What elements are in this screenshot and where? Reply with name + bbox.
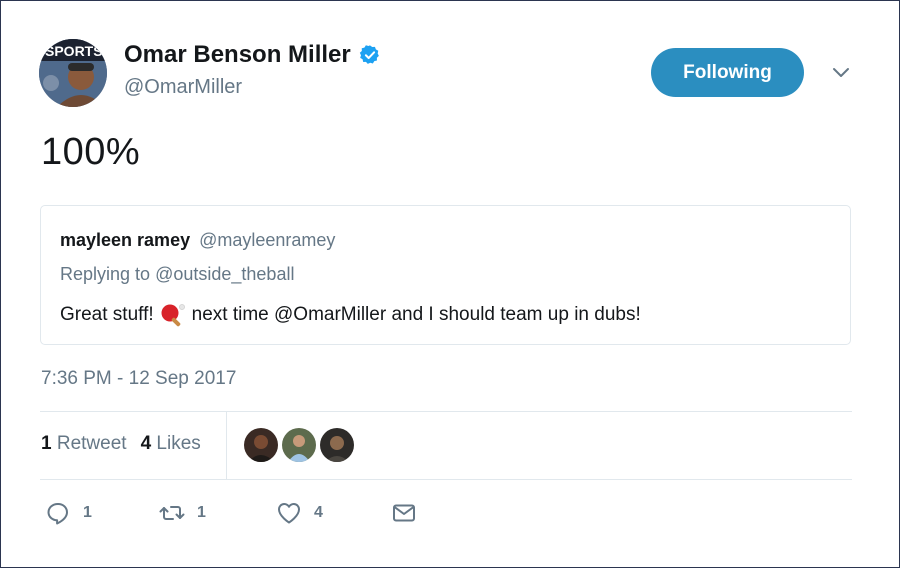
retweet-action[interactable]: 1 (159, 500, 206, 526)
tweet-timestamp[interactable]: 7:36 PM - 12 Sep 2017 (41, 368, 236, 390)
avatar-image: SPORTS (39, 39, 107, 107)
envelope-icon (393, 504, 415, 522)
likes-stat-count: 4 (140, 433, 152, 454)
quoted-body-part-1: Great stuff! (60, 304, 154, 325)
retweet-stat-count: 1 (41, 433, 52, 454)
like-count: 4 (314, 504, 323, 521)
reply-action[interactable]: 1 (45, 500, 92, 526)
liker-avatar[interactable] (243, 427, 279, 463)
retweet-stat-label: Retweet (56, 433, 127, 454)
liker-avatar[interactable] (319, 427, 355, 463)
quoted-tweet-body: Great stuff! next time @OmarMiller and I… (60, 302, 641, 328)
tweet-card: SPORTS Omar Benson Miller @OmarMiller Fo… (0, 0, 900, 568)
author-display-name[interactable]: Omar Benson Miller (124, 41, 351, 69)
author-name-row[interactable]: Omar Benson Miller (124, 41, 381, 69)
quoted-body-part-2: next time @OmarMiller and I should team … (191, 304, 641, 325)
divider-bottom (40, 479, 852, 480)
replying-to-handle[interactable]: @outside_theball (155, 264, 294, 284)
likes-stat[interactable]: 4 Likes (141, 433, 201, 454)
verified-badge-icon (359, 45, 379, 64)
quoted-author: mayleen ramey @mayleenramey (60, 230, 335, 251)
ping-pong-paddle-icon (161, 304, 185, 327)
reply-icon (47, 503, 68, 525)
following-button[interactable]: Following (651, 48, 804, 97)
stats-divider (226, 412, 227, 479)
liker-avatar[interactable] (281, 427, 317, 463)
author-handle[interactable]: @OmarMiller (124, 76, 242, 99)
likes-stat-label: Likes (156, 433, 201, 454)
quoted-tweet[interactable]: mayleen ramey @mayleenramey Replying to … (40, 205, 851, 345)
tweet-stats: 1 Retweet 4 Likes (41, 433, 201, 455)
avatar-sports-text: SPORTS (45, 43, 103, 59)
divider-top (40, 411, 852, 412)
quoted-author-handle: @mayleenramey (199, 230, 336, 250)
quoted-author-name: mayleen ramey (60, 230, 191, 250)
reply-count: 1 (83, 504, 92, 521)
liker-avatars (243, 427, 355, 463)
chevron-down-icon[interactable] (831, 65, 851, 81)
direct-message-action[interactable] (391, 500, 417, 526)
author-avatar[interactable]: SPORTS (39, 39, 107, 107)
retweet-stat[interactable]: 1 Retweet (41, 433, 127, 454)
like-action[interactable]: 4 (276, 500, 323, 526)
retweet-count: 1 (197, 504, 206, 521)
replying-to-line: Replying to @outside_theball (60, 264, 294, 285)
heart-icon (278, 503, 300, 524)
retweet-icon (159, 506, 185, 520)
replying-to-label: Replying to (60, 264, 151, 284)
tweet-text: 100% (41, 131, 141, 173)
